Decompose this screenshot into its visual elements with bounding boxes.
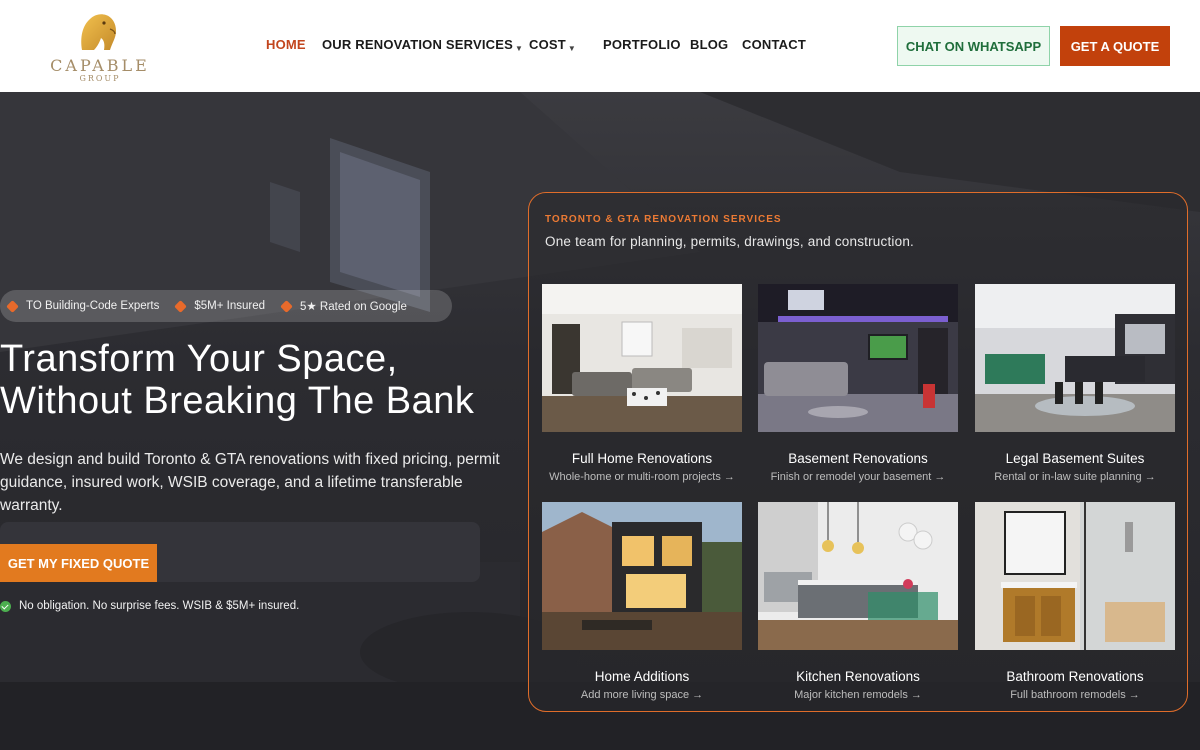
kitchen-photo <box>758 502 958 650</box>
service-title: Kitchen Renovations <box>796 669 920 684</box>
service-card-bathroom[interactable]: Bathroom Renovations Full bathroom remod… <box>975 502 1175 712</box>
nav-cost[interactable]: COST ▼ <box>529 37 576 53</box>
nav-portfolio-label: PORTFOLIO <box>603 37 681 52</box>
services-eyebrow: TORONTO & GTA RENOVATION SERVICES <box>545 214 782 225</box>
nav-blog[interactable]: BLOG <box>690 37 728 52</box>
hero-subtitle: We design and build Toronto & GTA renova… <box>0 451 500 514</box>
service-title: Full Home Renovations <box>571 451 713 466</box>
service-desc: Whole-home or multi-room projects → <box>549 471 735 483</box>
service-title: Home Additions <box>594 669 690 684</box>
service-title: Legal Basement Suites <box>1005 451 1145 466</box>
cta-note-text: No obligation. No surprise fees. WSIB & … <box>19 600 300 612</box>
service-card-home-additions[interactable]: Home Additions Add more living space → <box>542 502 742 712</box>
service-card-basement[interactable]: Basement Renovations Finish or remodel y… <box>758 284 958 494</box>
service-title: Bathroom Renovations <box>1006 669 1144 684</box>
trust-item: TO Building-Code Experts <box>6 299 160 313</box>
whatsapp-button[interactable]: CHAT ON WHATSAPP <box>897 26 1050 66</box>
nav-blog-label: BLOG <box>690 37 729 52</box>
get-quote-button[interactable]: GET A QUOTE <box>1060 26 1170 66</box>
badge-icon <box>280 299 293 313</box>
badge-icon <box>174 299 188 313</box>
badge-icon <box>6 299 19 313</box>
hero-title: Transform Your Space, Without Breaking T… <box>0 338 475 422</box>
trust-bar: TO Building-Code Experts $5M+ Insured 5★… <box>0 290 452 322</box>
trust-item: 5★ Rated on Google <box>280 299 407 313</box>
chevron-down-icon: ▼ <box>567 44 577 53</box>
nav-renovation-services-label: OUR RENOVATION SERVICES <box>322 37 513 52</box>
service-card-kitchen[interactable]: Kitchen Renovations Major kitchen remode… <box>758 502 958 712</box>
basement-photo <box>758 284 958 432</box>
chevron-down-icon: ▼ <box>514 44 524 53</box>
legal-suite-photo <box>975 284 1175 432</box>
service-desc: Rental or in-law suite planning → <box>994 471 1156 483</box>
services-lead: One team for planning, permits, drawings… <box>545 234 914 249</box>
full-home-photo <box>542 284 742 432</box>
bear-logo-icon <box>81 14 116 51</box>
brand-name: CAPABLE <box>50 56 150 75</box>
nav-portfolio[interactable]: PORTFOLIO <box>603 37 681 52</box>
trust-item: $5M+ Insured <box>174 299 266 313</box>
check-circle-icon <box>0 600 11 612</box>
cta-note: No obligation. No surprise fees. WSIB & … <box>0 600 299 612</box>
service-desc: Full bathroom remodels → <box>1010 689 1140 701</box>
logo[interactable]: CAPABLE GROUP <box>46 10 154 84</box>
home-addition-photo <box>542 502 742 650</box>
service-desc: Finish or remodel your basement → <box>770 471 946 483</box>
nav-home[interactable]: HOME <box>266 37 306 52</box>
nav-home-label: HOME <box>266 37 306 52</box>
service-card-legal-suites[interactable]: Legal Basement Suites Rental or in-law s… <box>975 284 1175 494</box>
get-fixed-quote-button[interactable]: GET MY FIXED QUOTE <box>0 544 157 582</box>
nav-contact-label: CONTACT <box>742 37 806 52</box>
service-desc: Major kitchen remodels → <box>794 689 922 701</box>
nav-renovation-services[interactable]: OUR RENOVATION SERVICES ▼ <box>322 37 523 53</box>
trust-label: 5★ Rated on Google <box>300 301 407 313</box>
nav-cost-label: COST <box>529 37 566 52</box>
service-card-full-home[interactable]: Full Home Renovations Whole-home or mult… <box>542 284 742 494</box>
trust-label: $5M+ Insured <box>194 300 266 312</box>
service-title: Basement Renovations <box>788 451 928 466</box>
site-header: CAPABLE GROUP HOME OUR RENOVATION SERVIC… <box>0 0 1200 92</box>
trust-label: TO Building-Code Experts <box>26 300 160 312</box>
service-desc: Add more living space → <box>580 689 704 701</box>
brand-sub: GROUP <box>79 74 121 83</box>
nav-contact[interactable]: CONTACT <box>742 37 806 52</box>
services-panel: TORONTO & GTA RENOVATION SERVICES One te… <box>528 192 1188 712</box>
bathroom-photo <box>975 502 1175 650</box>
